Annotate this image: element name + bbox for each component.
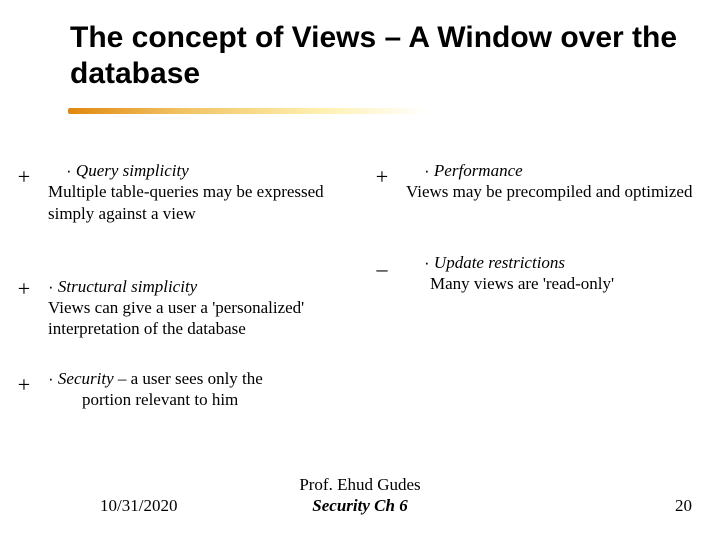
item-heading: Security [58, 369, 114, 388]
minus-sign: – [358, 252, 406, 340]
row-1: + · Query simplicity Multiple table-quer… [0, 160, 720, 224]
right-item-1: · Performance Views may be precompiled a… [406, 160, 706, 224]
bullet-icon: · [424, 253, 430, 272]
footer-page-number: 20 [675, 496, 692, 516]
right-item-2: · Update restrictions Many views are 're… [406, 252, 706, 340]
footer-course: Security Ch 6 [312, 496, 407, 515]
slide-title: The concept of Views – A Window over the… [70, 20, 680, 92]
slide: The concept of Views – A Window over the… [0, 0, 720, 540]
plus-sign: + [0, 368, 48, 411]
item-body-inline: – a user sees only the [114, 369, 263, 388]
row-3: + · Security – a user sees only the port… [0, 368, 720, 411]
left-item-1: · Query simplicity Multiple table-querie… [48, 160, 358, 224]
item-heading: Query simplicity [76, 161, 189, 180]
title-underline [68, 108, 428, 114]
item-body: Many views are 'read-only' [406, 273, 706, 294]
bullet-icon: · [424, 161, 430, 180]
item-heading: Performance [434, 161, 523, 180]
bullet-icon: · [48, 277, 54, 296]
item-heading: Update restrictions [434, 253, 565, 272]
row-2: + · Structural simplicity Views can give… [0, 252, 720, 340]
item-body: Views can give a user a 'personalized' i… [48, 298, 304, 338]
item-heading: Structural simplicity [58, 277, 197, 296]
item-body: Multiple table-queries may be expressed … [48, 182, 324, 222]
item-body: Views may be precompiled and optimized [406, 181, 706, 202]
item-body-cont: portion relevant to him [48, 389, 238, 410]
bullet-icon: · [48, 369, 54, 388]
left-item-2: · Structural simplicity Views can give a… [48, 252, 358, 340]
plus-sign: + [358, 160, 406, 224]
plus-sign: + [0, 252, 48, 340]
left-item-3: · Security – a user sees only the portio… [48, 368, 668, 411]
plus-sign: + [0, 160, 48, 224]
footer-author: Prof. Ehud Gudes [299, 475, 420, 494]
footer-date: 10/31/2020 [100, 496, 177, 516]
content-area: + · Query simplicity Multiple table-quer… [0, 160, 720, 410]
bullet-icon: · [66, 161, 72, 180]
